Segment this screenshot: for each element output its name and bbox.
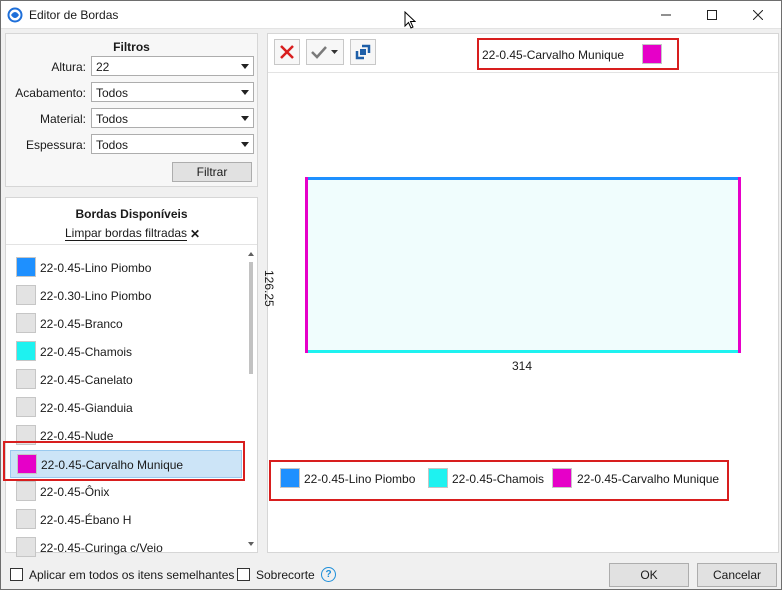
app-logo-icon <box>7 7 23 23</box>
overcut-checkbox[interactable] <box>237 568 250 581</box>
editor-de-bordas-window: Editor de Bordas Filtros Altura: 22 Acab… <box>0 0 782 590</box>
material-label: Material: <box>39 112 86 126</box>
edge-list-item[interactable]: 22-0.45-Canelato <box>10 366 242 394</box>
edge-list-item[interactable]: 22-0.30-Lino Piombo <box>10 282 242 310</box>
edge-color-swatch <box>16 285 36 305</box>
height-label: Altura: <box>51 60 86 74</box>
filter-button[interactable]: Filtrar <box>172 162 252 182</box>
mouse-cursor-icon <box>404 11 416 29</box>
apply-all-checkbox[interactable] <box>10 568 23 581</box>
filters-title: Filtros <box>113 40 150 54</box>
rotate-swap-button[interactable] <box>350 39 376 65</box>
edge-list-item-label: 22-0.30-Lino Piombo <box>40 289 152 303</box>
edge-list-scrollbar[interactable] <box>246 248 257 552</box>
edge-list-item-label: 22-0.45-Curinga c/Veio <box>40 541 163 555</box>
edge-list-item-label: 22-0.45-Gianduia <box>40 401 133 415</box>
ok-button[interactable]: OK <box>609 563 689 587</box>
checkmark-icon <box>311 46 327 59</box>
filters-panel: Filtros Altura: 22 Acabamento: Todos Mat… <box>5 33 258 187</box>
overcut-label: Sobrecorte <box>256 568 315 582</box>
divider <box>6 244 257 245</box>
thickness-combo[interactable]: Todos <box>91 134 254 154</box>
title-bar: Editor de Bordas <box>1 1 781 29</box>
help-icon[interactable]: ? <box>321 567 336 582</box>
piece-edge-top[interactable] <box>306 177 740 180</box>
height-dimension: 126.25 <box>262 270 276 307</box>
finish-combo-value: Todos <box>96 86 129 100</box>
chevron-down-icon <box>241 90 249 95</box>
maximize-icon <box>707 10 717 20</box>
edge-list-item-label: 22-0.45-Lino Piombo <box>40 261 152 275</box>
finish-combo[interactable]: Todos <box>91 82 254 102</box>
chevron-down-icon <box>241 64 249 69</box>
minimize-icon <box>661 14 671 16</box>
edge-color-swatch <box>16 509 36 529</box>
scroll-down-icon[interactable] <box>248 542 254 546</box>
finish-label: Acabamento: <box>15 86 86 100</box>
piece-edge-right[interactable] <box>738 177 741 353</box>
remove-edge-button[interactable] <box>274 39 300 65</box>
material-combo[interactable]: Todos <box>91 108 254 128</box>
available-edges-panel: Bordas Disponíveis Limpar bordas filtrad… <box>5 197 258 557</box>
minimize-button[interactable] <box>643 1 689 29</box>
height-combo-value: 22 <box>96 60 110 74</box>
thickness-label: Espessura: <box>25 138 86 152</box>
scroll-up-icon[interactable] <box>248 252 254 256</box>
width-dimension: 314 <box>512 359 533 373</box>
edge-list-item[interactable]: 22-0.45-Ébano H <box>10 506 242 534</box>
available-edges-title: Bordas Disponíveis <box>75 207 188 221</box>
edge-color-swatch <box>16 313 36 333</box>
cancel-button[interactable]: Cancelar <box>697 563 777 587</box>
edge-list-item[interactable]: 22-0.45-Chamois <box>10 338 242 366</box>
scroll-thumb[interactable] <box>249 262 253 374</box>
close-window-button[interactable] <box>735 1 781 29</box>
selected-item-highlight <box>3 441 245 481</box>
clear-filter-x-icon[interactable]: ✕ <box>190 227 200 241</box>
clear-filtered-edges-link[interactable]: Limpar bordas filtradas <box>65 227 188 241</box>
edge-color-swatch <box>16 537 36 557</box>
edge-list-item-label: 22-0.45-Canelato <box>40 373 133 387</box>
edge-color-swatch <box>16 257 36 277</box>
edge-list-item[interactable]: 22-0.45-Ônix <box>10 478 242 506</box>
chevron-down-icon <box>331 50 338 54</box>
edge-list-item[interactable]: 22-0.45-Lino Piombo <box>10 254 242 282</box>
close-icon <box>753 10 763 20</box>
window-title: Editor de Bordas <box>29 8 119 22</box>
edge-list-item-label: 22-0.45-Branco <box>40 317 123 331</box>
edge-list-item[interactable]: 22-0.45-Gianduia <box>10 394 242 422</box>
piece-edge-left[interactable] <box>305 177 308 353</box>
thickness-combo-value: Todos <box>96 138 129 152</box>
edge-list-item[interactable]: 22-0.45-Branco <box>10 310 242 338</box>
piece-edge-bottom[interactable] <box>306 350 740 353</box>
divider <box>268 72 778 73</box>
selected-edge-highlight <box>477 38 679 70</box>
legend-highlight <box>269 460 729 501</box>
edge-list-item-label: 22-0.45-Ônix <box>40 485 110 499</box>
maximize-button[interactable] <box>689 1 735 29</box>
height-combo[interactable]: 22 <box>91 56 254 76</box>
apply-all-label: Aplicar em todos os itens semelhantes <box>29 568 235 582</box>
edge-color-swatch <box>16 369 36 389</box>
edge-color-swatch <box>16 341 36 361</box>
edge-list-item-label: 22-0.45-Chamois <box>40 345 133 359</box>
remove-x-icon <box>280 45 294 59</box>
material-combo-value: Todos <box>96 112 129 126</box>
chevron-down-icon <box>241 142 249 147</box>
swap-corners-icon <box>355 44 371 60</box>
edge-list-item[interactable]: 22-0.45-Curinga c/Veio <box>10 534 242 562</box>
piece-face <box>306 178 740 353</box>
apply-edge-dropdown[interactable] <box>306 39 344 65</box>
edge-list-item-label: 22-0.45-Ébano H <box>40 513 132 527</box>
chevron-down-icon <box>241 116 249 121</box>
edge-color-swatch <box>16 481 36 501</box>
edge-color-swatch <box>16 397 36 417</box>
